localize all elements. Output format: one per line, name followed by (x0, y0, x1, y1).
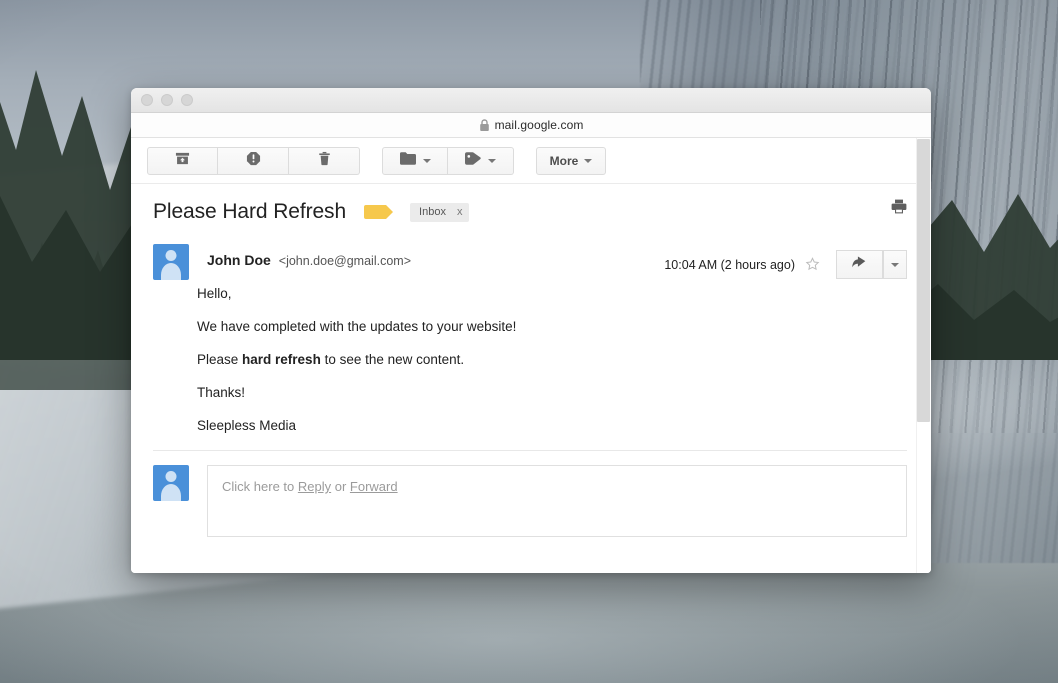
reply-link[interactable]: Reply (298, 479, 331, 494)
avatar (153, 465, 189, 502)
sender-name: John Doe (207, 252, 271, 268)
organize-button-group (382, 146, 514, 175)
more-button-group: More (536, 146, 606, 175)
gmail-content: More Please Hard Refresh Inbox x John Do… (131, 138, 931, 573)
message-line-3-bold: hard refresh (242, 351, 321, 367)
remove-label-icon[interactable]: x (457, 206, 463, 218)
sender-block: John Doe <john.doe@gmail.com> (207, 244, 411, 268)
reply-input-box[interactable]: Click here to Reply or Forward (207, 465, 907, 538)
subject-row: Please Hard Refresh Inbox x (131, 184, 931, 224)
scrollbar-track[interactable] (916, 138, 931, 573)
minimize-button[interactable] (161, 94, 173, 106)
more-button[interactable]: More (536, 146, 606, 175)
label-tag-icon (465, 151, 481, 170)
star-outline-icon[interactable] (805, 257, 820, 272)
print-button[interactable] (891, 199, 907, 219)
message-timestamp: 10:04 AM (2 hours ago) (664, 257, 795, 272)
message-line-2: We have completed with the updates to yo… (197, 318, 517, 334)
printer-icon (891, 199, 907, 218)
sender-email: <john.doe@gmail.com> (278, 254, 411, 268)
message-header: John Doe <john.doe@gmail.com> 10:04 AM (… (131, 224, 931, 280)
forward-link[interactable]: Forward (350, 479, 398, 494)
labels-button[interactable] (448, 146, 514, 175)
page-title: Please Hard Refresh (153, 200, 347, 223)
report-spam-icon (246, 151, 261, 171)
chevron-down-icon (422, 158, 431, 163)
reply-arrow-icon (852, 255, 867, 274)
message-header-actions: 10:04 AM (2 hours ago) (664, 244, 907, 279)
move-to-button[interactable] (382, 146, 448, 175)
folder-icon (399, 151, 416, 170)
window-controls (141, 94, 193, 106)
reply-button-group (836, 250, 907, 279)
reply-separator-text: or (331, 479, 350, 495)
reply-area: Click here to Reply or Forward (131, 451, 931, 538)
avatar (153, 244, 189, 280)
inbox-label-text: Inbox (419, 205, 446, 218)
window-titlebar[interactable] (131, 88, 931, 113)
archive-button[interactable] (147, 146, 218, 175)
url-text: mail.google.com (494, 118, 584, 132)
inbox-label-chip[interactable]: Inbox x (410, 202, 470, 222)
message-line-3: Please hard refresh to see the new conte… (197, 352, 907, 369)
reply-prefix-text: Click here to (222, 479, 298, 495)
message-more-options-button[interactable] (883, 250, 907, 279)
scrollbar-thumb[interactable] (917, 139, 930, 422)
address-bar[interactable]: mail.google.com (131, 113, 931, 138)
trash-icon (317, 151, 332, 171)
action-button-group (147, 146, 360, 175)
mail-toolbar: More (131, 138, 931, 184)
lock-icon (479, 118, 490, 132)
browser-window: mail.google.com More Please Hard Refresh… (131, 88, 931, 573)
message-line-5: Sleepless Media (197, 417, 297, 433)
message-line-3-post: to see the new content. (320, 351, 465, 367)
label-color-tag-icon[interactable] (364, 205, 394, 219)
archive-icon (175, 151, 190, 171)
reply-placeholder: Click here to Reply or Forward (222, 479, 398, 494)
report-spam-button[interactable] (218, 146, 289, 175)
message-line-4: Thanks! (197, 384, 246, 400)
chevron-down-icon (488, 158, 496, 163)
more-button-label: More (549, 153, 579, 168)
zoom-button[interactable] (181, 94, 193, 106)
delete-button[interactable] (289, 146, 360, 175)
message-line-1: Hello, (197, 286, 232, 301)
chevron-down-icon (891, 262, 899, 267)
close-button[interactable] (141, 94, 153, 106)
reply-button[interactable] (836, 250, 883, 279)
message-body: Hello, We have completed with the update… (131, 280, 931, 434)
chevron-down-icon (584, 158, 593, 163)
desktop-background: mail.google.com More Please Hard Refresh… (0, 0, 1058, 683)
message-line-3-pre: Please (197, 351, 243, 367)
